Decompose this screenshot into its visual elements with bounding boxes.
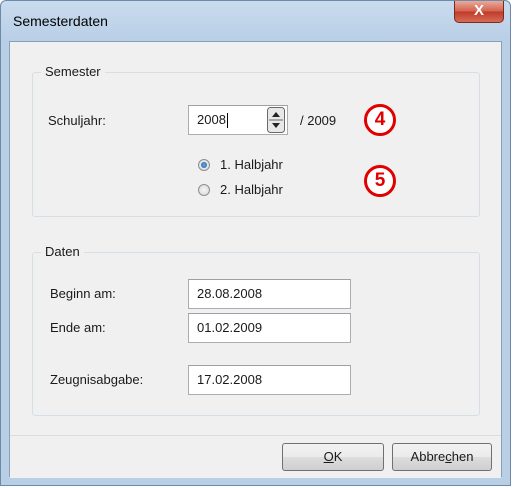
callout-5-badge: 5 [364,165,396,197]
radio-halbjahr-2-label: 2. Halbjahr [220,182,283,197]
callout-4-badge: 4 [364,104,396,136]
ok-button[interactable]: OK [282,443,384,471]
zeugnis-date-field[interactable]: 17.02.2008 [188,365,351,395]
beginn-label: Beginn am: [50,286,116,301]
radio-unchecked-icon[interactable] [198,183,210,196]
schuljahr-value: 2008 [197,112,226,127]
radio-halbjahr-2[interactable]: 2. Halbjahr [198,182,283,197]
title-bar[interactable]: Semesterdaten X [1,1,510,41]
radio-halbjahr-1[interactable]: 1. Halbjahr [198,157,283,172]
text-caret [226,113,228,129]
daten-legend: Daten [41,244,84,259]
schuljahr-end-year: / 2009 [300,113,337,128]
ok-label-rest: K [333,449,343,464]
dialog-footer: OK Abbrechen [10,436,501,478]
dialog-window: Semesterdaten X Semester Schuljahr: 2008… [0,0,511,486]
cancel-button[interactable]: Abbrechen [392,443,492,471]
semester-legend: Semester [41,64,105,79]
schuljahr-spinner[interactable] [267,107,285,133]
cancel-label-post: hen [451,449,474,464]
close-button[interactable]: X [454,1,504,23]
beginn-date-field[interactable]: 28.08.2008 [188,279,351,309]
window-title: Semesterdaten [13,13,108,29]
radio-halbjahr-1-label: 1. Halbjahr [220,157,283,172]
ende-label: Ende am: [50,320,106,335]
radio-checked-icon[interactable] [198,158,210,171]
schuljahr-label: Schuljahr: [48,113,106,128]
spinner-arrows-icon [267,107,285,133]
ende-date-field[interactable]: 01.02.2009 [188,313,351,343]
dialog-client-area: Semester Schuljahr: 2008 / 2009 4 1. Hal… [9,41,502,478]
cancel-label-pre: Abbre [410,449,446,464]
zeugnis-label: Zeugnisabgabe: [50,372,144,387]
ok-mnemonic: O [323,449,334,464]
